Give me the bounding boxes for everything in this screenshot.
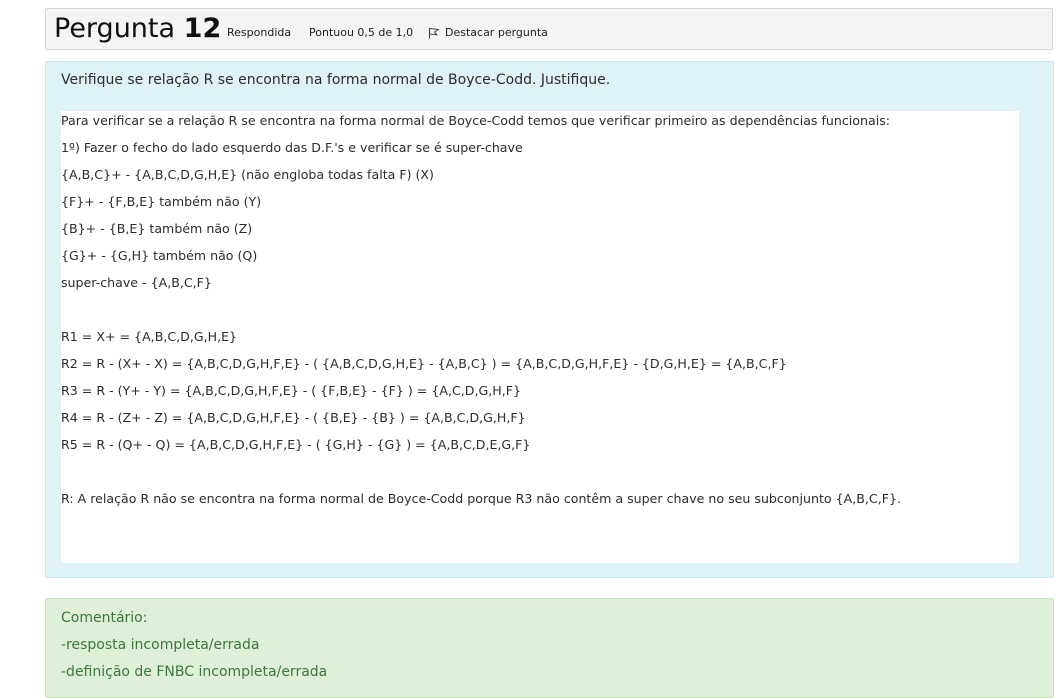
flag-question-link[interactable]: Destacar pergunta [445, 26, 548, 39]
feedback-comment-box: Comentário: -resposta incompleta/errada … [45, 598, 1054, 698]
flag-icon[interactable] [428, 27, 440, 39]
question-number: 12 [183, 13, 222, 44]
answer-line: {A,B,C}+ - {A,B,C,D,G,H,E} (não engloba … [61, 167, 434, 182]
question-grade: Pontuou 0,5 de 1,0 [309, 26, 414, 39]
answer-line: R5 = R - (Q+ - Q) = {A,B,C,D,G,H,F,E} - … [61, 437, 531, 452]
question-label: Pergunta [54, 13, 176, 44]
answer-line: {F}+ - {F,B,E} também não (Y) [61, 194, 262, 209]
question-status: Respondida [227, 26, 292, 39]
question-title: Pergunta 12 [54, 13, 221, 45]
answer-line: R2 = R - (X+ - X) = {A,B,C,D,G,H,F,E} - … [61, 356, 787, 371]
answer-line: {G}+ - {G,H} também não (Q) [61, 248, 258, 263]
answer-line: R1 = X+ = {A,B,C,D,G,H,E} [61, 329, 238, 344]
answer-line: R: A relação R não se encontra na forma … [61, 491, 901, 506]
answer-line: R4 = R - (Z+ - Z) = {A,B,C,D,G,H,F,E} - … [61, 410, 526, 425]
answer-line: R3 = R - (Y+ - Y) = {A,B,C,D,G,H,F,E} - … [61, 383, 521, 398]
answer-line: 1º) Fazer o fecho do lado esquerdo das D… [61, 140, 523, 155]
question-text: Verifique se relação R se encontra na fo… [61, 72, 611, 88]
question-text-box: Verifique se relação R se encontra na fo… [45, 61, 1054, 578]
comment-title: Comentário: [61, 610, 148, 626]
answer-line: {B}+ - {B,E} também não (Z) [61, 221, 253, 236]
comment-line: -resposta incompleta/errada [61, 637, 260, 653]
answer-box[interactable]: Para verificar se a relação R se encontr… [61, 111, 1019, 563]
answer-line: super-chave - {A,B,C,F} [61, 275, 212, 290]
question-header: Pergunta 12 Respondida Pontuou 0,5 de 1,… [45, 8, 1053, 50]
comment-line: -definição de FNBC incompleta/errada [61, 664, 328, 680]
answer-line: Para verificar se a relação R se encontr… [61, 113, 891, 128]
